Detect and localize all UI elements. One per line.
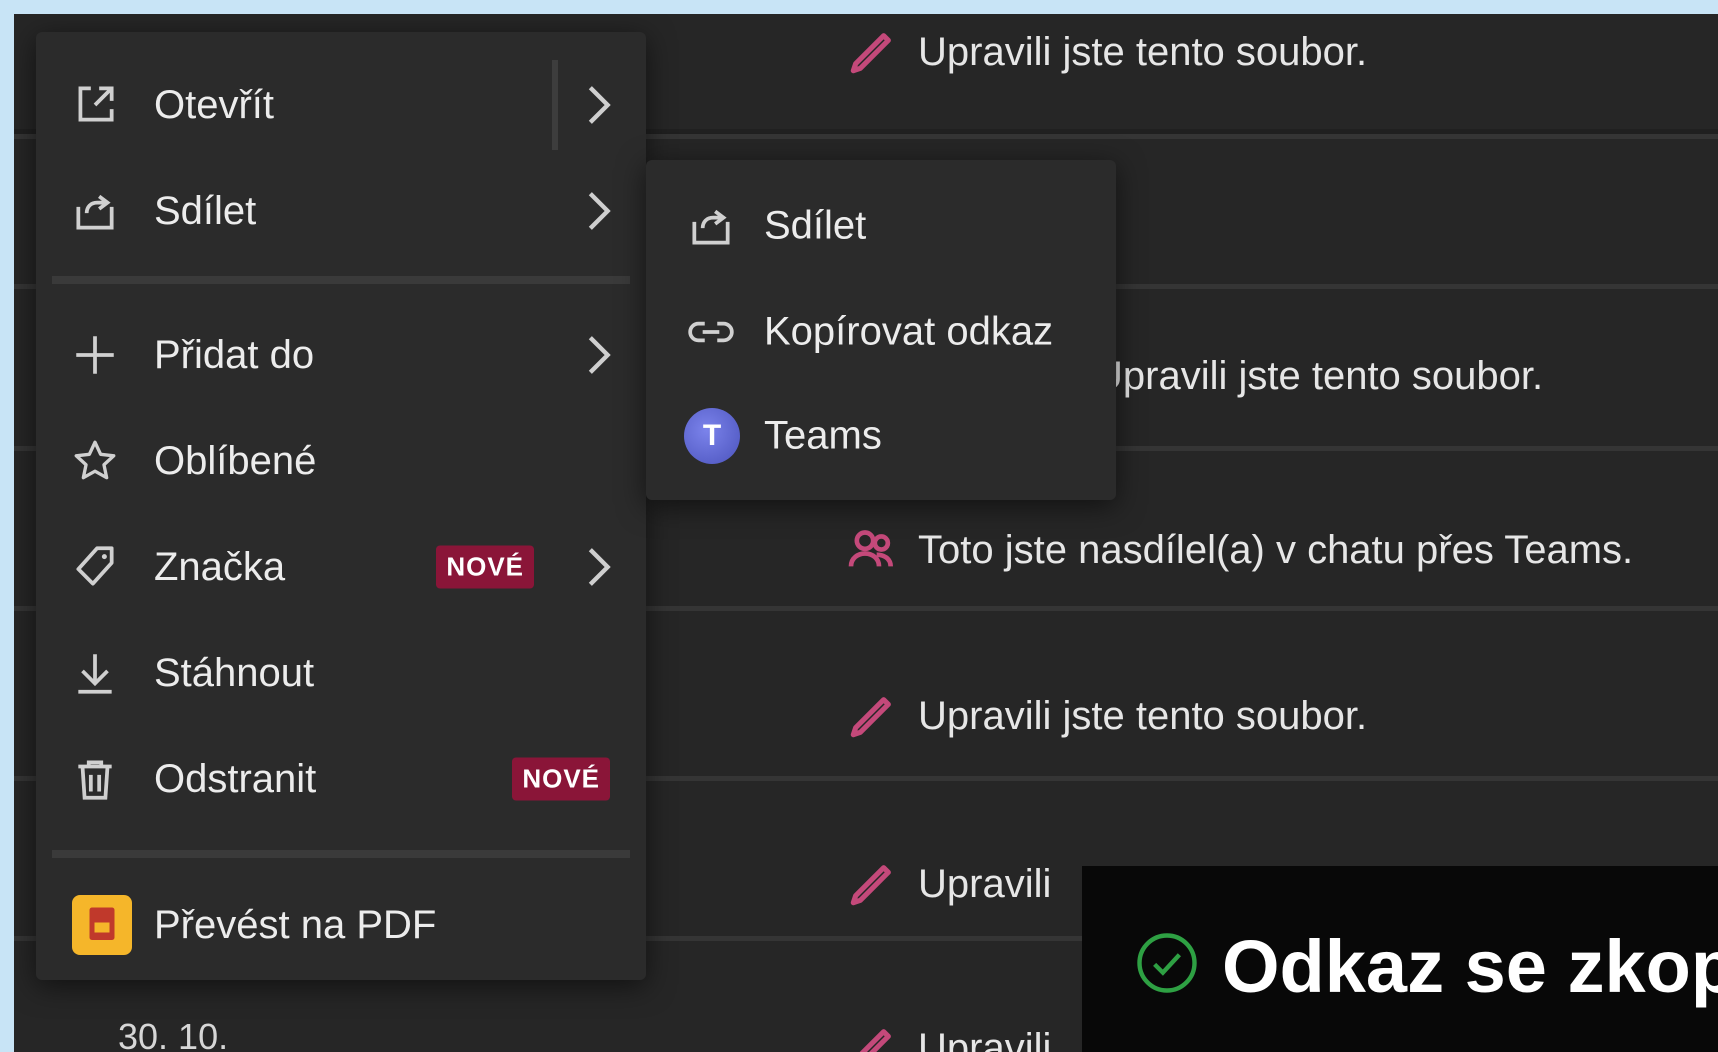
split-divider	[552, 60, 558, 150]
activity-item: Upravili jste tento soubor.	[844, 24, 1367, 80]
download-icon	[78, 654, 112, 694]
submenu-item-label: Teams	[764, 413, 882, 458]
activity-item: Toto jste nasdílel(a) v chatu přes Teams…	[844, 522, 1633, 578]
activity-text: Toto jste nasdílel(a) v chatu přes Teams…	[918, 527, 1634, 572]
submenu-item-copy-link[interactable]: Kopírovat odkaz	[646, 282, 1116, 382]
menu-item-label: Převést na PDF	[154, 902, 437, 947]
share-icon	[692, 209, 730, 245]
menu-item-label: Přidat do	[154, 332, 315, 377]
menu-item-favorites[interactable]: Oblíbené	[36, 416, 646, 506]
activity-item: Upravili	[844, 856, 1051, 912]
context-menu: Otevřít Sdílet Přidat do Oblíbené Značka…	[36, 32, 646, 980]
pencil-icon	[850, 697, 891, 738]
menu-item-share[interactable]: Sdílet	[36, 166, 646, 256]
activity-item: Upravili jste tento soubor.	[1094, 354, 1543, 399]
menu-item-tag[interactable]: Značka NOVÉ	[36, 522, 646, 612]
menu-item-label: Stáhnout	[154, 650, 315, 695]
people-icon	[848, 530, 893, 567]
checkmark-circle-icon	[1137, 933, 1197, 993]
share-icon	[76, 194, 114, 230]
share-submenu: Sdílet Kopírovat odkaz T Teams	[646, 160, 1116, 500]
menu-item-convert-pdf[interactable]: Převést na PDF	[36, 880, 646, 970]
chevron-right-icon	[588, 336, 611, 374]
chevron-right-icon	[588, 548, 611, 586]
trash-icon	[78, 760, 112, 800]
activity-text: Upravili	[918, 1025, 1052, 1052]
pencil-icon	[859, 1029, 891, 1052]
submenu-item-teams[interactable]: T Teams	[646, 386, 1116, 486]
activity-item: Upravili jste tento soubor.	[844, 688, 1367, 744]
toast-notification: Odkaz se zkopí	[1082, 866, 1718, 1052]
activity-text: Upravili jste tento soubor.	[1094, 354, 1544, 398]
menu-item-label: Odstranit	[154, 756, 317, 801]
open-external-icon	[78, 86, 114, 122]
activity-text: Upravili	[918, 861, 1052, 906]
tag-icon	[76, 546, 114, 586]
activity-text: Upravili jste tento soubor.	[918, 29, 1368, 74]
chevron-right-icon	[588, 192, 611, 230]
submenu-item-share[interactable]: Sdílet	[646, 176, 1116, 276]
teams-icon: T	[684, 408, 740, 464]
menu-item-add-to[interactable]: Přidat do	[36, 310, 646, 400]
row-date: 30. 10.	[118, 1016, 229, 1052]
new-badge: NOVÉ	[512, 757, 610, 801]
star-icon	[74, 440, 116, 480]
pdf-icon	[72, 895, 132, 955]
menu-item-delete[interactable]: Odstranit NOVÉ	[36, 734, 646, 824]
activity-item: Upravili	[844, 1020, 1051, 1052]
app-window: Upravili jste tento soubor. Upravili jst…	[14, 14, 1718, 1052]
new-badge: NOVÉ	[436, 545, 534, 589]
chevron-right-icon[interactable]	[586, 83, 612, 127]
menu-item-label: Otevřít	[154, 82, 275, 127]
menu-item-download[interactable]: Stáhnout	[36, 628, 646, 718]
menu-item-label: Oblíbené	[154, 438, 317, 483]
pencil-icon	[850, 865, 891, 906]
pencil-icon	[850, 33, 891, 74]
menu-divider	[52, 276, 630, 284]
plus-icon	[76, 336, 114, 374]
menu-item-label: Značka	[154, 544, 286, 589]
submenu-item-label: Kopírovat odkaz	[764, 309, 1054, 354]
menu-item-label: Sdílet	[154, 188, 257, 233]
activity-text: Upravili jste tento soubor.	[918, 693, 1368, 738]
toast-message: Odkaz se zkopí	[1222, 925, 1718, 1008]
menu-divider	[52, 850, 630, 858]
link-icon	[688, 321, 734, 343]
submenu-item-label: Sdílet	[764, 203, 867, 248]
